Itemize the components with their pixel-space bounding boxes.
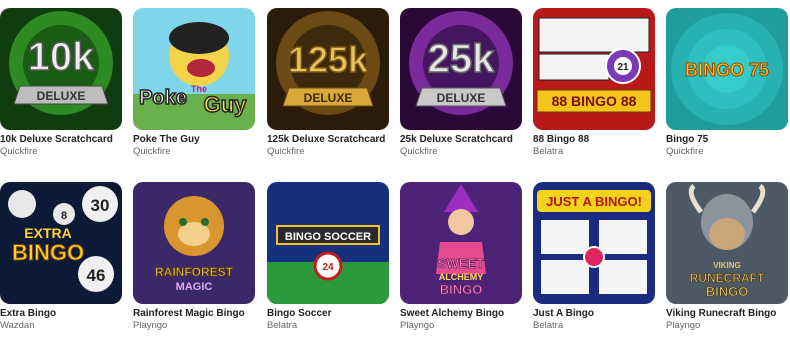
art-small-text: MAGIC xyxy=(176,281,213,293)
game-thumbnail[interactable]: JUST A BINGO! xyxy=(533,182,655,304)
game-title[interactable]: 125k Deluxe Scratchcard xyxy=(267,134,389,146)
game-card-sweet-alchemy-bingo[interactable]: SWEET ALCHEMY BINGO Sweet Alchemy Bingo … xyxy=(400,182,522,332)
game-card-125k-deluxe-scratchcard[interactable]: 125k DELUXE 125k Deluxe Scratchcard Quic… xyxy=(267,8,389,158)
game-card-10k-deluxe-scratchcard[interactable]: 10k DELUXE 10k Deluxe Scratchcard Quickf… xyxy=(0,8,122,158)
game-thumbnail[interactable]: VIKING RUNECRAFT BINGO xyxy=(666,182,788,304)
game-card-bingo-75[interactable]: BINGO 75 Bingo 75 Quickfire xyxy=(666,8,788,158)
art-ball-1: 30 xyxy=(91,196,110,215)
art-small-text: VIKING xyxy=(713,261,741,270)
game-card-88-bingo-88[interactable]: 21 88 BINGO 88 88 Bingo 88 Belatra xyxy=(533,8,655,158)
game-thumbnail[interactable]: BINGO 75 xyxy=(666,8,788,130)
game-card-just-a-bingo[interactable]: JUST A BINGO! Just A Bingo Belatra xyxy=(533,182,655,332)
game-thumbnail[interactable]: 25k DELUXE xyxy=(400,8,522,130)
game-provider: Quickfire xyxy=(0,146,38,157)
game-provider: Playngo xyxy=(400,320,435,331)
art-big-text: 88 BINGO 88 xyxy=(552,93,637,109)
art-ball-number: 21 xyxy=(617,62,629,73)
game-title[interactable]: 25k Deluxe Scratchcard xyxy=(400,134,522,146)
art-small-text: EXTRA xyxy=(24,225,71,241)
game-title[interactable]: Extra Bingo xyxy=(0,308,122,320)
game-title[interactable]: Bingo 75 xyxy=(666,134,788,146)
art-big-text: 10k xyxy=(28,35,95,79)
art-big-text: RUNECRAFT xyxy=(690,271,765,285)
game-title[interactable]: 88 Bingo 88 xyxy=(533,134,655,146)
game-card-25k-deluxe-scratchcard[interactable]: 25k DELUXE 25k Deluxe Scratchcard Quickf… xyxy=(400,8,522,158)
art-big-text: 125k xyxy=(288,39,369,80)
game-title[interactable]: Sweet Alchemy Bingo xyxy=(400,308,522,320)
game-title[interactable]: Viking Runecraft Bingo xyxy=(666,308,788,320)
game-provider: Wazdan xyxy=(0,320,35,331)
game-thumbnail[interactable]: 125k DELUXE xyxy=(267,8,389,130)
game-card-rainforest-magic-bingo[interactable]: RAINFOREST MAGIC Rainforest Magic Bingo … xyxy=(133,182,255,332)
game-provider: Quickfire xyxy=(666,146,704,157)
game-provider: Playngo xyxy=(133,320,168,331)
game-thumbnail[interactable]: 30 8 46 EXTRA BINGO xyxy=(0,182,122,304)
game-provider: Quickfire xyxy=(400,146,438,157)
art-small-text: ALCHEMY xyxy=(439,272,484,282)
art-big-text: RAINFOREST xyxy=(155,265,234,279)
game-provider: Belatra xyxy=(533,146,564,157)
art-big-text: SWEET xyxy=(438,256,484,271)
game-provider: Playngo xyxy=(666,320,701,331)
art-big2-text: Guy xyxy=(204,92,248,117)
art-big2-text: BINGO xyxy=(440,282,483,297)
game-card-extra-bingo[interactable]: 30 8 46 EXTRA BINGO Extra Bingo Wazdan xyxy=(0,182,122,332)
game-provider: Belatra xyxy=(533,320,564,331)
art-ball-3: 46 xyxy=(87,266,106,285)
game-thumbnail[interactable]: 10k DELUXE xyxy=(0,8,122,130)
game-grid: 10k DELUXE 10k Deluxe Scratchcard Quickf… xyxy=(0,0,790,337)
game-card-viking-runecraft-bingo[interactable]: VIKING RUNECRAFT BINGO Viking Runecraft … xyxy=(666,182,788,332)
game-thumbnail[interactable]: RAINFOREST MAGIC xyxy=(133,182,255,304)
art-badge-text: DELUXE xyxy=(437,91,486,105)
game-provider: Belatra xyxy=(267,320,298,331)
art-big-text: Poke xyxy=(139,87,187,109)
game-card-poke-the-guy[interactable]: Poke The Guy Poke The Guy Quickfire xyxy=(133,8,255,158)
art-ball-number: 24 xyxy=(322,262,334,273)
game-thumbnail[interactable]: BINGO SOCCER 24 xyxy=(267,182,389,304)
game-thumbnail[interactable]: Poke The Guy xyxy=(133,8,255,130)
art-big-text: JUST A BINGO! xyxy=(546,194,642,209)
game-title[interactable]: Bingo Soccer xyxy=(267,308,389,320)
art-big-text: BINGO SOCCER xyxy=(285,231,371,243)
game-title[interactable]: 10k Deluxe Scratchcard xyxy=(0,134,122,146)
game-title[interactable]: Just A Bingo xyxy=(533,308,655,320)
art-big-text: BINGO 75 xyxy=(685,60,769,80)
art-badge-text: DELUXE xyxy=(37,89,86,103)
game-provider: Quickfire xyxy=(267,146,305,157)
game-title[interactable]: Poke The Guy xyxy=(133,134,255,146)
art-big-text: 25k xyxy=(428,37,495,81)
art-big2-text: BINGO xyxy=(706,284,749,299)
art-badge-text: DELUXE xyxy=(304,91,353,105)
art-ball-2: 8 xyxy=(61,210,67,222)
game-title[interactable]: Rainforest Magic Bingo xyxy=(133,308,255,320)
game-thumbnail[interactable]: SWEET ALCHEMY BINGO xyxy=(400,182,522,304)
game-thumbnail[interactable]: 21 88 BINGO 88 xyxy=(533,8,655,130)
art-big-text: BINGO xyxy=(12,240,84,265)
game-provider: Quickfire xyxy=(133,146,171,157)
game-card-bingo-soccer[interactable]: BINGO SOCCER 24 Bingo Soccer Belatra xyxy=(267,182,389,332)
